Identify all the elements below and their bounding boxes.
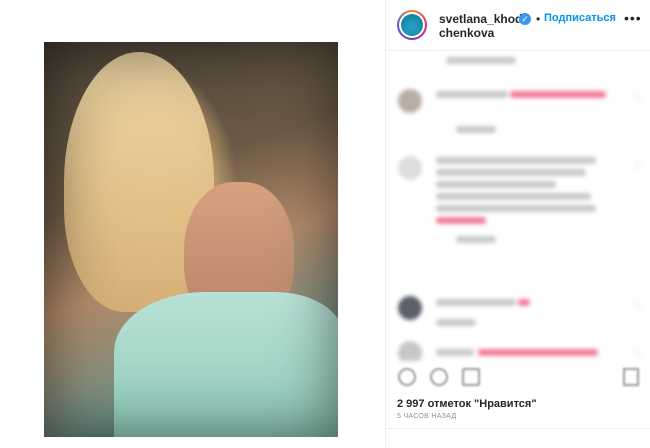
- header-separator: •: [536, 12, 541, 26]
- comment-username: [436, 91, 508, 98]
- follow-button[interactable]: Подписаться: [544, 12, 616, 24]
- share-icon[interactable]: [462, 368, 480, 386]
- comment-text: [510, 91, 606, 98]
- post-media: [0, 0, 385, 447]
- comment-text: [436, 181, 556, 188]
- add-comment-bar[interactable]: [386, 428, 650, 448]
- comment-meta: [456, 126, 496, 133]
- verified-badge-icon: ✓: [519, 13, 531, 25]
- comment-username: [436, 299, 516, 306]
- instagram-post: svetlana_khodchenkova ✓ • Подписаться ••…: [0, 0, 650, 447]
- comment-meta: [456, 236, 496, 243]
- comment-text: [436, 169, 586, 176]
- comment-emoji: [518, 299, 530, 306]
- author-username[interactable]: svetlana_khodchenkova: [439, 12, 529, 40]
- comment-username: [436, 349, 474, 356]
- heart-icon[interactable]: [398, 368, 416, 386]
- comment-like-icon[interactable]: ♡: [633, 161, 642, 172]
- likes-count[interactable]: 2 997 отметок "Нравится": [397, 398, 537, 410]
- post-header: svetlana_khodchenkova ✓ • Подписаться ••…: [386, 0, 650, 51]
- comment-avatar[interactable]: [398, 156, 422, 180]
- comments-list[interactable]: ♡ ♡ ♡ ♡: [386, 51, 650, 361]
- post-sidebar: svetlana_khodchenkova ✓ • Подписаться ••…: [385, 0, 650, 447]
- comment-avatar[interactable]: [398, 89, 422, 113]
- photo-vignette: [44, 42, 338, 437]
- comment-emoji: [436, 217, 486, 224]
- comment-text: [436, 193, 591, 200]
- comment-avatar[interactable]: [398, 296, 422, 320]
- comment-text: [478, 349, 598, 356]
- author-avatar[interactable]: [397, 10, 427, 40]
- comment-like-icon[interactable]: ♡: [633, 301, 642, 312]
- comment-icon[interactable]: [430, 368, 448, 386]
- comment-text: [436, 205, 596, 212]
- comment-avatar[interactable]: [398, 341, 422, 361]
- bookmark-icon[interactable]: [623, 368, 639, 386]
- avatar-border: [399, 12, 425, 38]
- comment-meta: [436, 319, 476, 326]
- comment-like-icon[interactable]: ♡: [633, 349, 642, 360]
- post-actions: [386, 362, 650, 392]
- post-timestamp[interactable]: 5 ЧАСОВ НАЗАД: [397, 413, 456, 420]
- post-photo[interactable]: [44, 42, 338, 437]
- comment-text: [436, 157, 596, 164]
- avatar-image: [401, 14, 423, 36]
- more-options-icon[interactable]: •••: [624, 10, 642, 26]
- comment-fragment: [446, 57, 516, 64]
- comment-like-icon[interactable]: ♡: [633, 93, 642, 104]
